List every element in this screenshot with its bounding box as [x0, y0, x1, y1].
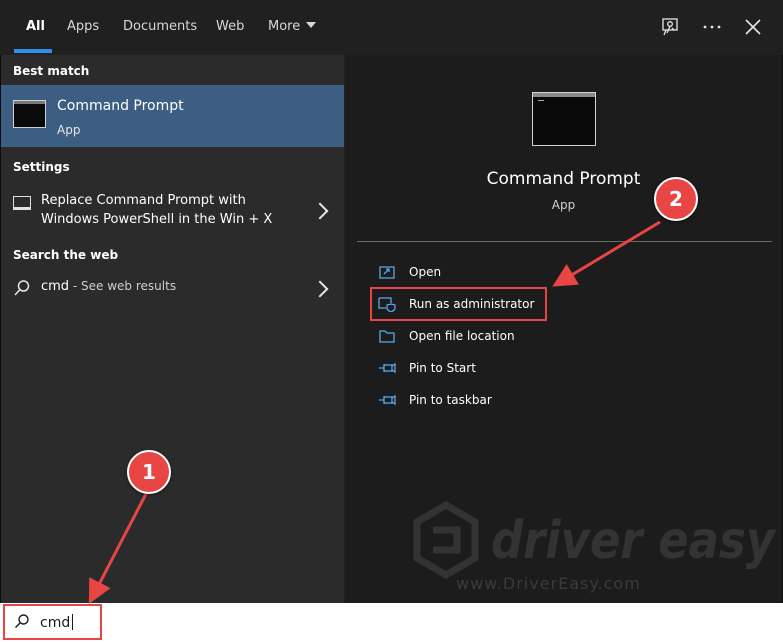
setting-replace-powershell[interactable]: Replace Command Prompt with Windows Powe…	[1, 188, 344, 234]
active-tab-indicator	[14, 49, 52, 53]
tab-more-label: More	[268, 19, 301, 34]
action-label: Open file location	[409, 329, 515, 343]
web-hint: - See web results	[69, 279, 177, 293]
command-prompt-icon	[13, 100, 46, 128]
setting-label: Replace Command Prompt with Windows Powe…	[41, 191, 301, 229]
setting-label-line1: Replace Command Prompt with	[41, 193, 246, 208]
search-web-heading: Search the web	[13, 248, 119, 262]
tab-all[interactable]: All	[26, 19, 45, 34]
feedback-icon[interactable]	[658, 15, 682, 39]
monitor-icon	[13, 196, 31, 210]
best-match-name: Command Prompt	[57, 98, 184, 114]
tab-more[interactable]: More	[268, 19, 317, 34]
detail-app-name: Command Prompt	[486, 169, 641, 189]
settings-heading: Settings	[13, 160, 70, 174]
annotation-badge-2: 2	[654, 177, 698, 221]
action-label: Pin to Start	[409, 361, 476, 375]
highlight-search-box	[3, 604, 102, 640]
watermark-brand: driver easy	[491, 511, 777, 570]
detail-app-type: App	[551, 198, 576, 212]
results-panel: Best match Command Prompt App Settings R…	[1, 55, 344, 603]
action-label: Open	[409, 265, 442, 279]
action-label: Pin to taskbar	[409, 393, 492, 407]
close-icon[interactable]	[741, 15, 765, 39]
search-icon	[14, 280, 30, 296]
folder-icon	[379, 330, 395, 343]
divider	[357, 241, 772, 242]
driver-easy-logo	[413, 500, 479, 580]
best-match-heading: Best match	[13, 64, 90, 78]
chevron-right-icon	[311, 202, 329, 220]
chevron-right-icon	[311, 280, 329, 298]
web-query: cmd	[41, 279, 70, 294]
web-query-text: cmd - See web results	[41, 279, 176, 294]
search-tabs-bar: All Apps Documents Web More	[0, 0, 783, 55]
command-prompt-icon	[532, 92, 596, 146]
annotation-badge-1: 1	[127, 450, 171, 494]
pin-icon	[379, 362, 396, 374]
best-match-type: App	[57, 123, 81, 137]
watermark: driver easy www.DriverEasy.com	[345, 490, 782, 600]
chevron-down-icon	[306, 22, 317, 28]
more-options-icon[interactable]	[700, 15, 724, 39]
watermark-url: www.DriverEasy.com	[456, 574, 641, 593]
web-search-result[interactable]: cmd - See web results	[1, 273, 344, 303]
open-icon	[379, 266, 395, 279]
taskbar-search-box[interactable]: cmd	[0, 603, 783, 642]
tab-documents[interactable]: Documents	[123, 19, 197, 34]
highlight-run-as-administrator	[370, 287, 547, 321]
best-match-item[interactable]: Command Prompt App	[1, 85, 344, 147]
setting-label-line2: Windows PowerShell in the Win + X	[41, 212, 273, 227]
pin-icon	[379, 394, 396, 406]
tab-web[interactable]: Web	[216, 19, 244, 34]
tab-apps[interactable]: Apps	[67, 19, 99, 34]
driver-easy-wordmark: driver easy	[491, 511, 777, 570]
